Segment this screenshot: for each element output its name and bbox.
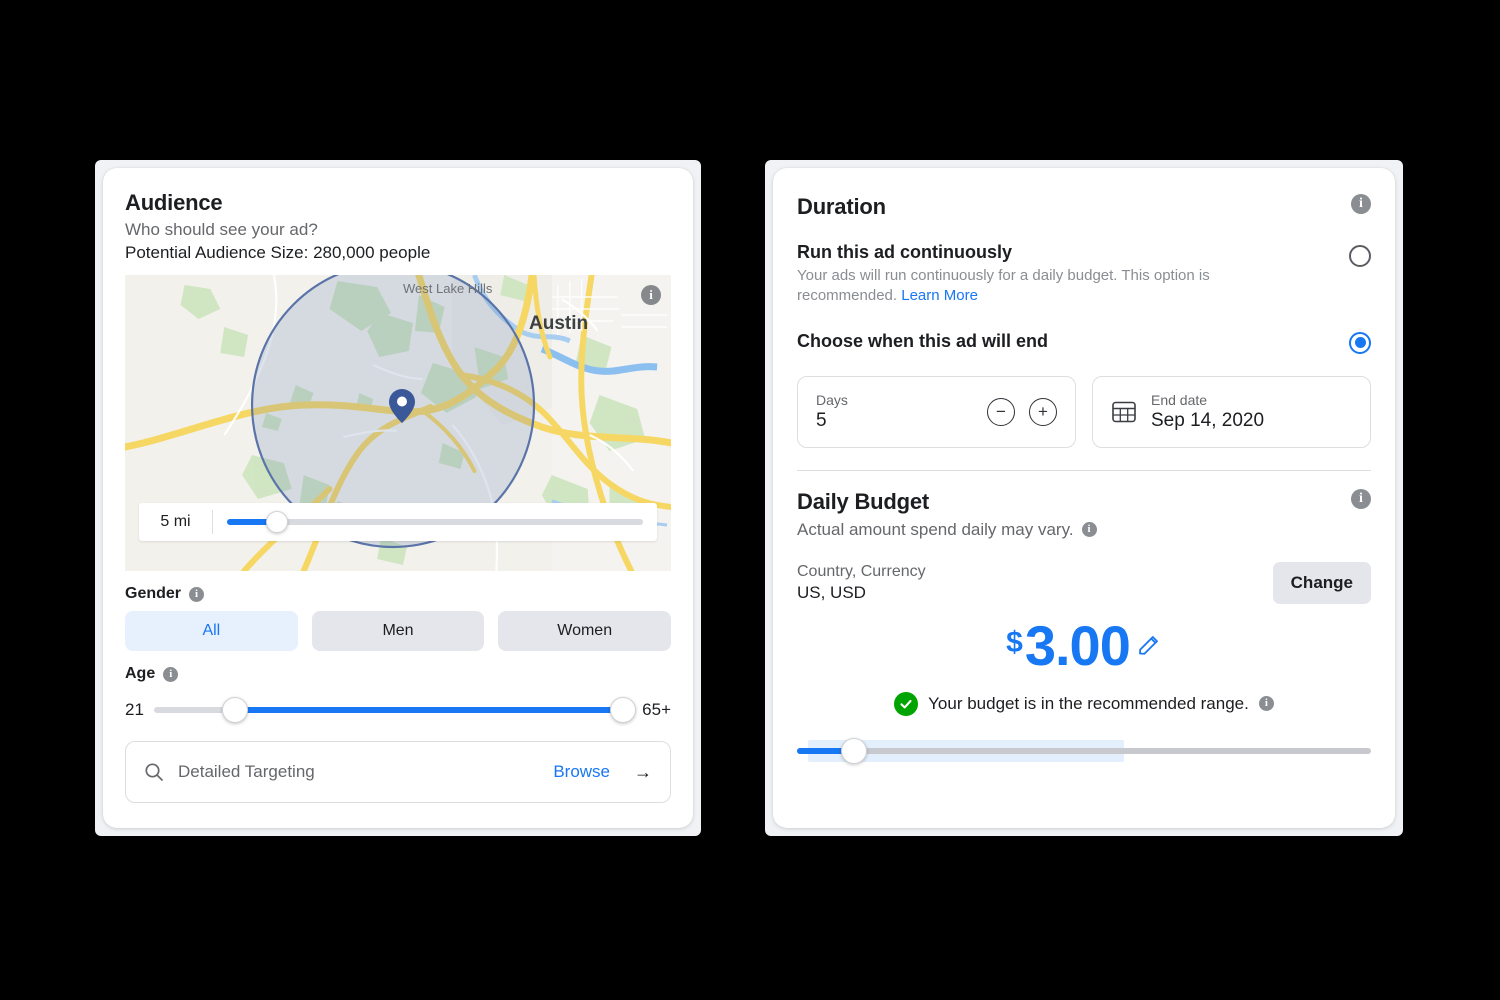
budget-slider[interactable] [797,737,1371,764]
audience-card-body: Audience Who should see your ad? Potenti… [103,168,693,821]
days-field[interactable]: Days 5 − + [797,375,1076,448]
budget-currency-symbol: $ [1006,625,1023,659]
end-date-field-value: Sep 14, 2020 [1151,409,1265,431]
country-currency-label: Country, Currency [797,562,926,580]
map-label-west-lake-hills: West Lake Hills [403,281,493,296]
age-slider-row: 21 65+ [125,697,671,723]
gender-options: All Men Women [125,611,672,651]
duration-info-icon[interactable]: i [1351,194,1371,214]
audience-card: Audience Who should see your ad? Potenti… [103,168,693,828]
days-field-text: Days 5 [816,392,973,432]
option-run-continuously-title: Run this ad continuously [797,242,1012,262]
budget-slider-track [797,737,1371,764]
duration-card-shell: Duration i Run this ad continuously Your… [765,160,1403,836]
budget-status-info-icon[interactable]: i [1258,696,1274,711]
days-decrement-button[interactable]: − [987,397,1015,426]
daily-budget-subtitle-info-icon[interactable]: i [1081,522,1097,537]
age-max-label: 65+ [642,700,671,719]
age-min-label: 21 [125,700,144,719]
audience-potential-size: Potential Audience Size: 280,000 people [125,243,431,262]
daily-budget-info-icon[interactable]: i [1351,488,1371,509]
pencil-icon[interactable] [1136,633,1162,659]
duration-card: Duration i Run this ad continuously Your… [773,168,1395,828]
option-choose-end[interactable]: Choose when this ad will end [797,329,1371,354]
radius-slider[interactable] [213,503,657,541]
change-button[interactable]: Change [1272,561,1371,604]
age-label-row: Age i [125,665,671,683]
country-currency-text: Country, Currency US, USD [797,563,926,603]
arrow-right-icon[interactable]: → [634,762,652,783]
days-stepper: − + [987,397,1057,426]
days-field-label: Days [816,391,848,408]
detailed-targeting-placeholder: Detailed Targeting [178,762,315,781]
daily-budget-title: Daily Budget [797,488,930,514]
duration-fields: Days 5 − + End date Sep 14, 2020 [797,375,1371,448]
age-slider-track [153,697,636,723]
map-info-icon[interactable]: i [641,285,661,305]
option-choose-end-title: Choose when this ad will end [797,330,1049,351]
radius-value: 5 mi [139,510,213,534]
days-increment-button[interactable]: + [1029,397,1057,426]
days-field-value: 5 [816,409,827,431]
budget-status-row: Your budget is in the recommended range.… [797,691,1371,716]
age-label: Age [125,665,156,682]
option-run-continuously-desc: Your ads will run continuously for a dai… [797,266,1257,307]
daily-budget-subtitle-row: Actual amount spend daily may vary. i [797,520,1371,540]
gender-label-row: Gender i [125,585,671,603]
duration-header: Duration i [797,194,1371,220]
duration-title: Duration [797,194,886,219]
radio-choose-end[interactable] [1349,331,1371,354]
age-slider[interactable] [153,697,636,723]
age-slider-fill [235,707,623,713]
learn-more-link[interactable]: Learn More [901,287,978,304]
screen-root: Audience Who should see your ad? Potenti… [0,0,1500,1000]
end-date-field-text: End date Sep 14, 2020 [1151,392,1264,432]
age-slider-knob-max[interactable] [609,697,636,723]
radius-slider-track [227,511,643,533]
gender-option-men[interactable]: Men [311,611,485,651]
audience-card-shell: Audience Who should see your ad? Potenti… [95,160,701,836]
budget-slider-knob[interactable] [841,737,868,764]
daily-budget-subtitle: Actual amount spend daily may vary. [797,519,1074,539]
country-currency-row: Country, Currency US, USD Change [797,561,1371,604]
gender-info-icon[interactable]: i [189,586,205,602]
daily-budget-header: Daily Budget i [797,488,1371,515]
option-run-continuously-text: Run this ad continuously Your ads will r… [797,242,1349,307]
option-run-continuously[interactable]: Run this ad continuously Your ads will r… [797,242,1371,307]
radius-slider-bar: 5 mi [139,503,657,541]
age-info-icon[interactable]: i [163,666,179,682]
section-divider [797,469,1371,471]
check-circle-icon [894,691,919,716]
budget-amount-value: 3.00 [1024,613,1131,677]
detailed-targeting-box[interactable]: Detailed Targeting Browse → [125,741,671,803]
audience-map[interactable]: West Lake Hills Austin i 5 mi [125,275,671,571]
duration-card-body: Duration i Run this ad continuously Your… [773,168,1395,782]
option-run-continuously-desc-text: Your ads will run continuously for a dai… [797,267,1210,305]
search-icon [145,763,163,781]
age-slider-knob-min[interactable] [222,697,249,723]
budget-status-text: Your budget is in the recommended range. [928,693,1249,713]
budget-amount[interactable]: $ 3.00 [797,613,1371,677]
audience-title: Audience [125,190,223,215]
audience-subtitle: Who should see your ad? [125,220,318,239]
gender-option-women[interactable]: Women [498,611,672,651]
gender-option-all[interactable]: All [125,611,298,651]
calendar-icon [1112,401,1136,422]
map-pin-icon [389,389,415,423]
gender-label: Gender [125,585,182,602]
radius-slider-knob[interactable] [265,511,288,533]
map-label-austin: Austin [529,313,589,334]
browse-link[interactable]: Browse [553,762,610,782]
end-date-field[interactable]: End date Sep 14, 2020 [1092,375,1371,448]
end-date-field-label: End date [1151,391,1208,408]
radio-run-continuously[interactable] [1349,245,1371,267]
country-currency-value: US, USD [797,582,866,602]
